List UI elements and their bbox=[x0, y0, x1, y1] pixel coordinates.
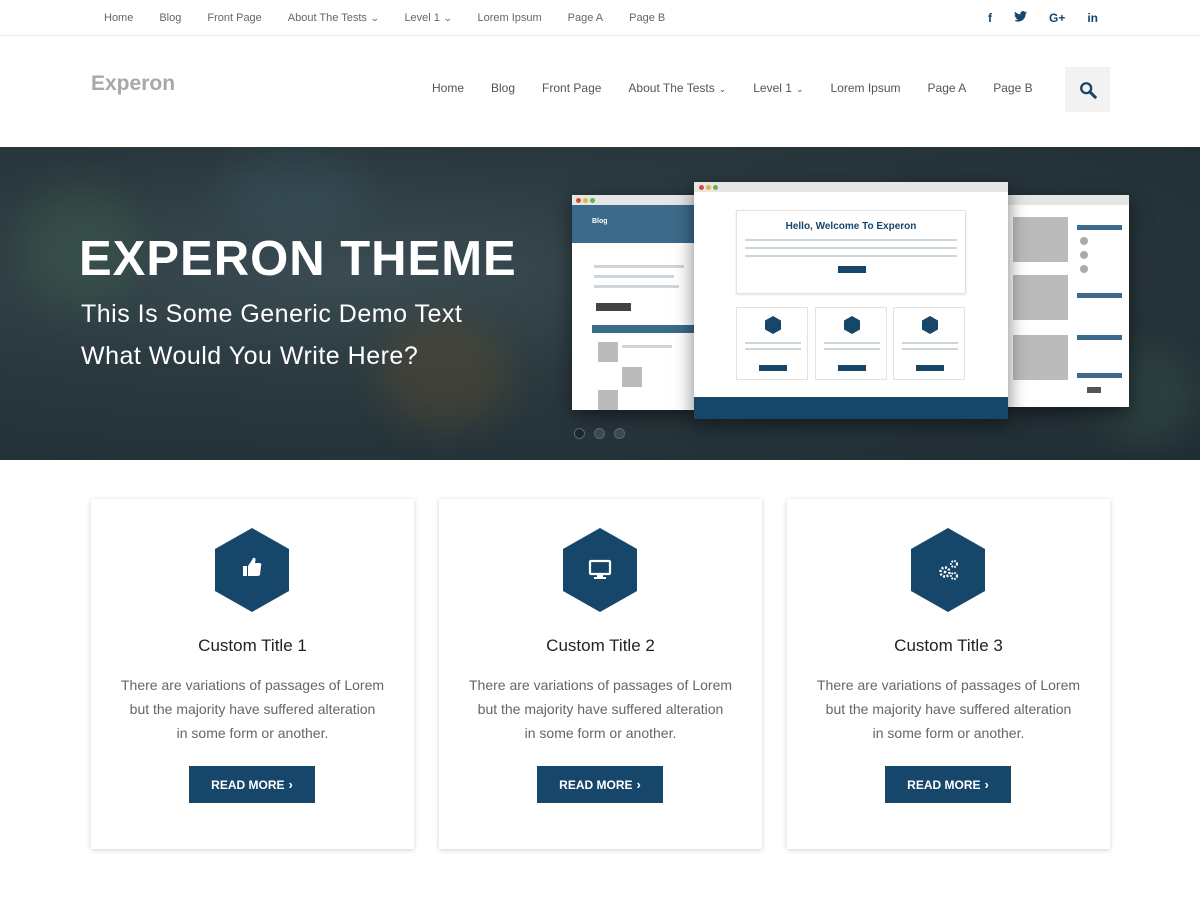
chevron-down-icon: ⌄ bbox=[718, 84, 727, 94]
card-text-line: There are variations of passages of Lore… bbox=[468, 677, 733, 693]
top-nav-lorem-ipsum[interactable]: Lorem Ipsum bbox=[477, 12, 541, 24]
hero-slider: EXPERON THEME This Is Some Generic Demo … bbox=[0, 147, 1200, 460]
background-blur bbox=[220, 157, 370, 237]
read-more-label: READ MORE bbox=[559, 777, 633, 792]
chevron-right-icon: › bbox=[636, 777, 641, 792]
card-text-line: There are variations of passages of Lore… bbox=[816, 677, 1081, 693]
mockup-blog-heading: Blog bbox=[592, 218, 608, 225]
top-nav-front-page[interactable]: Front Page bbox=[207, 12, 261, 24]
hero-subtitle-line-1: This Is Some Generic Demo Text bbox=[81, 300, 463, 328]
social-links: f G+ in bbox=[966, 0, 1098, 35]
top-nav-page-a[interactable]: Page A bbox=[568, 12, 603, 24]
top-nav-home[interactable]: Home bbox=[104, 12, 133, 24]
top-nav: Home Blog Front Page About The Tests ⌄ Le… bbox=[104, 0, 691, 35]
mockup-welcome-box: Hello, Welcome To Experon bbox=[736, 210, 966, 294]
nav-page-a[interactable]: Page A bbox=[928, 81, 967, 95]
mockup-card bbox=[815, 307, 887, 380]
card-title: Custom Title 1 bbox=[198, 636, 307, 655]
mockup-card bbox=[736, 307, 808, 380]
browser-chrome bbox=[694, 182, 1008, 192]
hexagon-badge bbox=[215, 528, 289, 612]
nav-page-b[interactable]: Page B bbox=[993, 81, 1032, 95]
card-text: There are variations of passages of Lore… bbox=[111, 673, 394, 745]
nav-level-label: Level 1 bbox=[753, 81, 792, 95]
hero-title: EXPERON THEME bbox=[79, 232, 517, 286]
slider-dot-2[interactable] bbox=[594, 428, 605, 439]
chevron-down-icon: ⌄ bbox=[795, 84, 804, 94]
site-header: Experon Home Blog Front Page About The T… bbox=[0, 36, 1200, 147]
nav-level-1[interactable]: Level 1 ⌄ bbox=[753, 81, 803, 95]
card-text-line: but the majority have suffered alteratio… bbox=[129, 701, 376, 717]
chevron-right-icon: › bbox=[984, 777, 989, 792]
mockup-blog-banner: Blog bbox=[572, 205, 697, 243]
card-text-line: in some form or another. bbox=[176, 725, 329, 741]
card-text-line: but the majority have suffered alteratio… bbox=[477, 701, 724, 717]
slider-dot-3[interactable] bbox=[614, 428, 625, 439]
card-text: There are variations of passages of Lore… bbox=[807, 673, 1090, 745]
browser-chrome bbox=[572, 195, 697, 205]
linkedin-icon[interactable]: in bbox=[1087, 11, 1098, 25]
search-icon bbox=[1079, 81, 1097, 99]
top-nav-level-1[interactable]: Level 1 ⌄ bbox=[404, 11, 453, 24]
nav-front-page[interactable]: Front Page bbox=[542, 81, 601, 95]
chevron-down-icon: ⌄ bbox=[369, 12, 380, 23]
read-more-button[interactable]: READ MORE › bbox=[885, 766, 1011, 803]
top-nav-about-the-tests[interactable]: About The Tests ⌄ bbox=[287, 11, 380, 24]
mockup-sidebar-screen bbox=[1005, 195, 1129, 407]
slider-dot-1[interactable] bbox=[574, 428, 585, 439]
mockup-homepage-screen: Hello, Welcome To Experon bbox=[694, 182, 1008, 419]
feature-card-2: Custom Title 2 There are variations of p… bbox=[439, 499, 762, 849]
nav-about-the-tests[interactable]: About The Tests ⌄ bbox=[628, 81, 726, 95]
top-nav-about-label: About The Tests bbox=[287, 11, 367, 24]
card-text-line: in some form or another. bbox=[524, 725, 677, 741]
hero-subtitle-line-2: What Would You Write Here? bbox=[81, 342, 419, 370]
browser-chrome bbox=[1005, 195, 1129, 205]
feature-card-1: Custom Title 1 There are variations of p… bbox=[91, 499, 414, 849]
card-text-line: in some form or another. bbox=[872, 725, 1025, 741]
read-more-button[interactable]: READ MORE › bbox=[537, 766, 663, 803]
card-text-line: There are variations of passages of Lore… bbox=[120, 677, 385, 693]
main-nav: Home Blog Front Page About The Tests ⌄ Le… bbox=[432, 81, 1060, 95]
nav-home[interactable]: Home bbox=[432, 81, 464, 95]
card-title: Custom Title 3 bbox=[894, 636, 1003, 655]
read-more-label: READ MORE bbox=[907, 777, 981, 792]
card-text: There are variations of passages of Lore… bbox=[459, 673, 742, 745]
chevron-right-icon: › bbox=[288, 777, 293, 792]
search-button[interactable] bbox=[1065, 67, 1110, 112]
card-title: Custom Title 2 bbox=[546, 636, 655, 655]
read-more-button[interactable]: READ MORE › bbox=[189, 766, 315, 803]
site-logo[interactable]: Experon bbox=[91, 72, 175, 96]
feature-card-3: Custom Title 3 There are variations of p… bbox=[787, 499, 1110, 849]
hexagon-badge bbox=[563, 528, 637, 612]
card-text-line: but the majority have suffered alteratio… bbox=[825, 701, 1072, 717]
background-blur bbox=[380, 317, 510, 427]
chevron-down-icon: ⌄ bbox=[442, 12, 453, 23]
top-nav-blog[interactable]: Blog bbox=[159, 12, 181, 24]
mockup-welcome-heading: Hello, Welcome To Experon bbox=[785, 221, 917, 232]
nav-lorem-ipsum[interactable]: Lorem Ipsum bbox=[831, 81, 901, 95]
facebook-icon[interactable]: f bbox=[988, 11, 992, 25]
top-nav-level-label: Level 1 bbox=[404, 11, 440, 24]
nav-blog[interactable]: Blog bbox=[491, 81, 515, 95]
nav-about-label: About The Tests bbox=[628, 81, 715, 95]
top-nav-page-b[interactable]: Page B bbox=[629, 12, 665, 24]
mockup-blog-screen: Blog bbox=[572, 195, 697, 410]
hexagon-badge bbox=[911, 528, 985, 612]
google-plus-icon[interactable]: G+ bbox=[1049, 11, 1065, 25]
top-bar: Home Blog Front Page About The Tests ⌄ Le… bbox=[0, 0, 1200, 36]
read-more-label: READ MORE bbox=[211, 777, 285, 792]
mockup-card bbox=[893, 307, 965, 380]
slider-dots bbox=[574, 428, 634, 439]
mockup-footer bbox=[694, 397, 1008, 419]
twitter-icon[interactable] bbox=[1013, 10, 1027, 25]
